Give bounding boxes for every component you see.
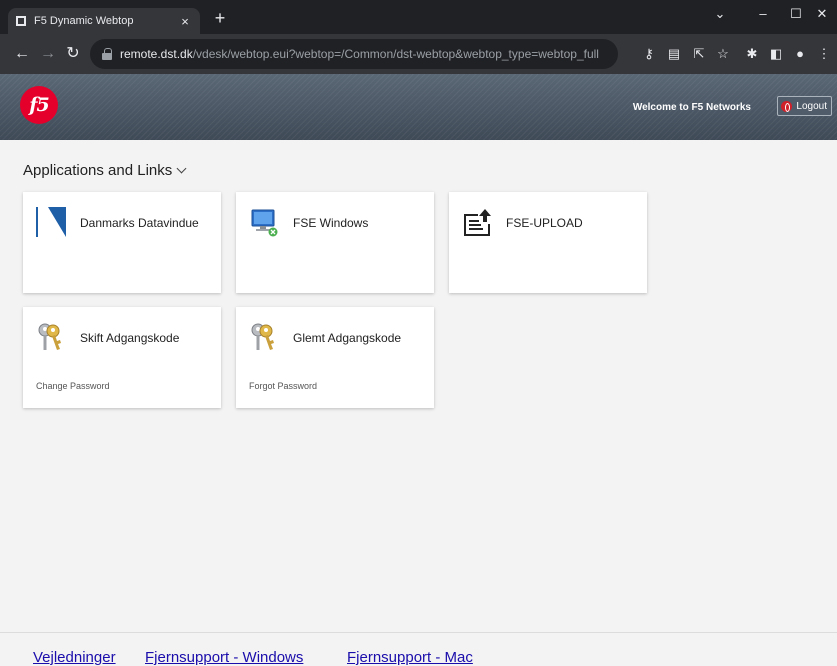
browser-tab-strip: F5 Dynamic Webtop × + ⌄ – ☐ ✕ [0,0,837,34]
card-title: FSE Windows [293,216,369,230]
chevron-down-icon[interactable] [176,163,187,174]
link-fjernsupport-mac[interactable]: Fjernsupport - Mac [347,649,473,666]
browser-tab[interactable]: F5 Dynamic Webtop × [8,8,200,34]
f5-logo: f5 [20,86,58,124]
logout-label: Logout [796,100,827,112]
upload-icon [464,209,491,236]
card-title: Danmarks Datavindue [80,216,199,230]
card-title: FSE-UPLOAD [506,216,583,230]
footer-links: Vejledninger Fjernsupport - Windows Fjer… [0,632,837,666]
app-card-fse-windows[interactable]: FSE Windows [236,192,434,293]
url-host: remote.dst.dk [120,47,193,61]
page-favicon-icon [16,16,26,26]
tab-search-icon[interactable]: ⌄ [700,4,740,24]
card-subtitle: Forgot Password [249,381,318,391]
url-path: /vdesk/webtop.eui?webtop=/Common/dst-web… [192,47,599,61]
share-icon[interactable]: ⇱ [690,45,708,63]
webtop-content: Applications and Links Danmarks Datavind… [0,140,837,632]
browser-toolbar: ← → ↻ remote.dst.dk /vdesk/webtop.eui?we… [0,34,837,74]
section-header[interactable]: Applications and Links [23,162,187,179]
bookmark-star-icon[interactable]: ☆ [714,45,732,63]
forward-arrow-icon[interactable]: → [38,44,58,64]
webtop-header: f5 Welcome to F5 Networks Logout [0,74,837,140]
datavindue-icon [36,207,66,237]
remote-desktop-icon [251,209,278,237]
window-close-icon[interactable]: ✕ [807,4,837,24]
card-subtitle: Change Password [36,381,110,391]
key-icon[interactable]: ⚷ [640,45,658,63]
side-panel-icon[interactable]: ◧ [767,45,785,63]
app-card-skift-adgangskode[interactable]: Skift Adgangskode Change Password [23,307,221,408]
app-card-glemt-adgangskode[interactable]: Glemt Adgangskode Forgot Password [236,307,434,408]
keys-icon [38,323,61,350]
tab-title: F5 Dynamic Webtop [34,15,134,27]
app-card-fse-upload[interactable]: FSE-UPLOAD [449,192,647,293]
translate-icon[interactable]: ▤ [665,45,683,63]
kebab-menu-icon[interactable]: ⋮ [815,45,833,63]
link-fjernsupport-windows[interactable]: Fjernsupport - Windows [145,649,303,666]
keys-icon [251,323,274,350]
extensions-puzzle-icon[interactable]: ✱ [743,45,761,63]
card-title: Glemt Adgangskode [293,331,402,345]
power-icon [781,100,793,112]
link-vejledninger[interactable]: Vejledninger [33,649,116,666]
logout-button[interactable]: Logout [777,96,832,116]
back-arrow-icon[interactable]: ← [12,44,32,64]
profile-icon[interactable]: ● [791,45,809,63]
tab-close-icon[interactable]: × [178,14,192,29]
welcome-text: Welcome to F5 Networks [632,102,751,113]
address-bar[interactable]: remote.dst.dk /vdesk/webtop.eui?webtop=/… [90,39,618,69]
reload-icon[interactable]: ↻ [63,44,83,64]
new-tab-button[interactable]: + [208,8,232,30]
app-card-danmarks-datavindue[interactable]: Danmarks Datavindue [23,192,221,293]
lock-icon[interactable] [102,48,112,60]
section-title: Applications and Links [23,162,173,179]
card-title: Skift Adgangskode [80,331,180,345]
